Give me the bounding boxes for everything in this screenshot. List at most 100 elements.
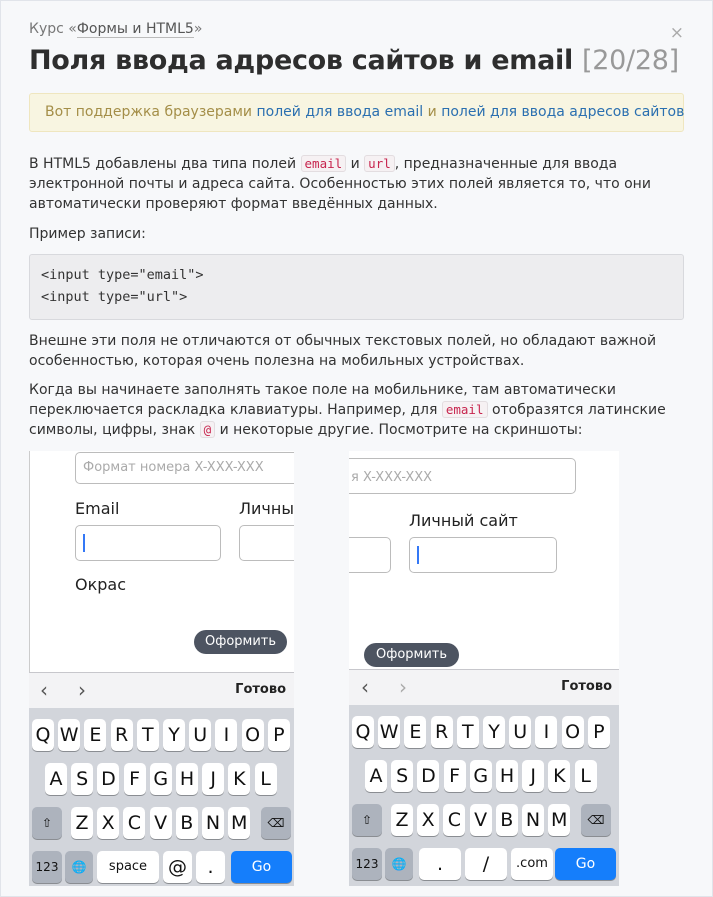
keyboard: Q W E R T Y U I O P A S D F G H J K L ⇧ Z X C V B N M ⌫ 123 🌐 space @. G… — [29, 708, 294, 886]
key-i: I — [535, 716, 558, 748]
key-k: K — [548, 760, 571, 792]
key-m: M — [548, 804, 571, 836]
shift-key: ⇧ — [32, 807, 62, 839]
key-e: E — [84, 719, 107, 751]
inline-code: url — [364, 155, 395, 172]
shift-key: ⇧ — [352, 804, 382, 836]
go-key: Go — [231, 851, 292, 883]
key-f: F — [443, 760, 466, 792]
key-s: S — [391, 760, 414, 792]
url-support-link[interactable]: полей для ввода адресов сайтов — [441, 104, 684, 120]
key-t: T — [456, 716, 479, 748]
key-b: B — [495, 804, 518, 836]
breadcrumb: Курс «Формы и HTML5» — [29, 21, 203, 38]
globe-icon: 🌐 — [385, 848, 413, 880]
key-c: C — [123, 807, 146, 839]
key-r: R — [110, 719, 133, 751]
site-field — [239, 525, 294, 561]
form-area: Формат номера X-XXX-XXX Email Личный Окр… — [29, 451, 294, 672]
key-l: L — [254, 763, 277, 795]
code-line: <input type="url"> — [41, 289, 188, 305]
numbers-key: 123 — [32, 851, 62, 883]
close-icon[interactable]: × — [670, 23, 684, 43]
key-v: V — [469, 804, 492, 836]
slash-key: / — [465, 848, 507, 880]
key-p: P — [587, 716, 610, 748]
key-b: B — [175, 807, 198, 839]
key-a: A — [365, 760, 387, 792]
key-n: N — [522, 804, 544, 836]
key-u: U — [509, 716, 532, 748]
lesson-panel: Курс «Формы и HTML5» × Поля ввода адресо… — [0, 0, 713, 897]
email-field — [75, 525, 221, 561]
key-z: Z — [391, 804, 413, 836]
at-key: @ — [163, 851, 192, 883]
key-h: H — [496, 760, 518, 792]
key-m: M — [228, 807, 251, 839]
course-link[interactable]: Формы и HTML5 — [76, 21, 194, 38]
delete-key: ⌫ — [261, 807, 291, 839]
screenshot-url-keyboard: я X-XXX-XXX Личный сайт Оформить ‹ › Гот… — [349, 451, 619, 886]
key-d: D — [417, 760, 440, 792]
key-x: X — [417, 804, 440, 836]
key-h: H — [176, 763, 198, 795]
key-k: K — [228, 763, 251, 795]
keyboard-toolbar: ‹ › Готово — [29, 672, 294, 708]
key-g: G — [149, 763, 172, 795]
dot-key: . — [196, 851, 225, 883]
key-r: R — [430, 716, 453, 748]
key-l: L — [574, 760, 597, 792]
key-a: A — [45, 763, 67, 795]
key-p: P — [267, 719, 290, 751]
key-e: E — [404, 716, 427, 748]
key-f: F — [123, 763, 146, 795]
space-key: space — [97, 851, 159, 883]
key-g: G — [469, 760, 492, 792]
key-u: U — [189, 719, 212, 751]
site-field — [409, 537, 557, 573]
dot-key: . — [419, 848, 461, 880]
key-s: S — [71, 763, 94, 795]
dotcom-key: .com — [511, 848, 553, 880]
key-o: O — [561, 716, 584, 748]
paragraph-appearance: Внешне эти поля не отличаются от обычных… — [29, 333, 657, 369]
key-y: Y — [163, 719, 185, 751]
globe-icon: 🌐 — [65, 851, 93, 883]
support-note: Вот поддержка браузерами полей для ввода… — [29, 93, 684, 132]
numbers-key: 123 — [352, 848, 382, 880]
key-v: V — [149, 807, 172, 839]
page-title: Поля ввода адресов сайтов и email [20/28… — [29, 45, 679, 76]
inline-code: email — [300, 155, 347, 172]
keyboard-toolbar: ‹ › Готово — [349, 669, 619, 705]
code-block: <input type="email"> <input type="url"> — [29, 254, 684, 320]
code-line: <input type="email"> — [41, 267, 204, 283]
inline-code: @ — [199, 421, 216, 438]
key-y: Y — [483, 716, 505, 748]
key-q: Q — [352, 716, 374, 748]
paragraph-intro: В HTML5 добавлены два типа полей email и… — [29, 155, 651, 212]
key-n: N — [202, 807, 224, 839]
key-w: W — [58, 719, 81, 751]
delete-key: ⌫ — [581, 804, 611, 836]
screenshot-email-keyboard: Формат номера X-XXX-XXX Email Личный Окр… — [29, 451, 294, 886]
key-i: I — [215, 719, 238, 751]
key-o: O — [241, 719, 264, 751]
key-j: J — [522, 760, 545, 792]
inline-code: email — [441, 401, 488, 418]
key-q: Q — [32, 719, 54, 751]
go-key: Go — [555, 848, 616, 880]
email-field — [349, 537, 391, 573]
key-w: W — [378, 716, 401, 748]
key-j: J — [202, 763, 225, 795]
paragraph-mobile: Когда вы начинаете заполнять такое поле … — [29, 382, 666, 438]
keyboard: Q W E R T Y U I O P A S D F G H J K L ⇧ Z X C V B N M ⌫ 123 🌐. / .com Go — [349, 705, 619, 886]
step-counter: [20/28] — [582, 45, 679, 76]
email-support-link[interactable]: полей для ввода email — [256, 104, 423, 120]
form-area: я X-XXX-XXX Личный сайт Оформить — [349, 451, 619, 669]
key-d: D — [97, 763, 120, 795]
key-x: X — [97, 807, 120, 839]
key-z: Z — [71, 807, 93, 839]
paragraph-example: Пример записи: — [29, 226, 146, 242]
key-c: C — [443, 804, 466, 836]
key-t: T — [136, 719, 159, 751]
